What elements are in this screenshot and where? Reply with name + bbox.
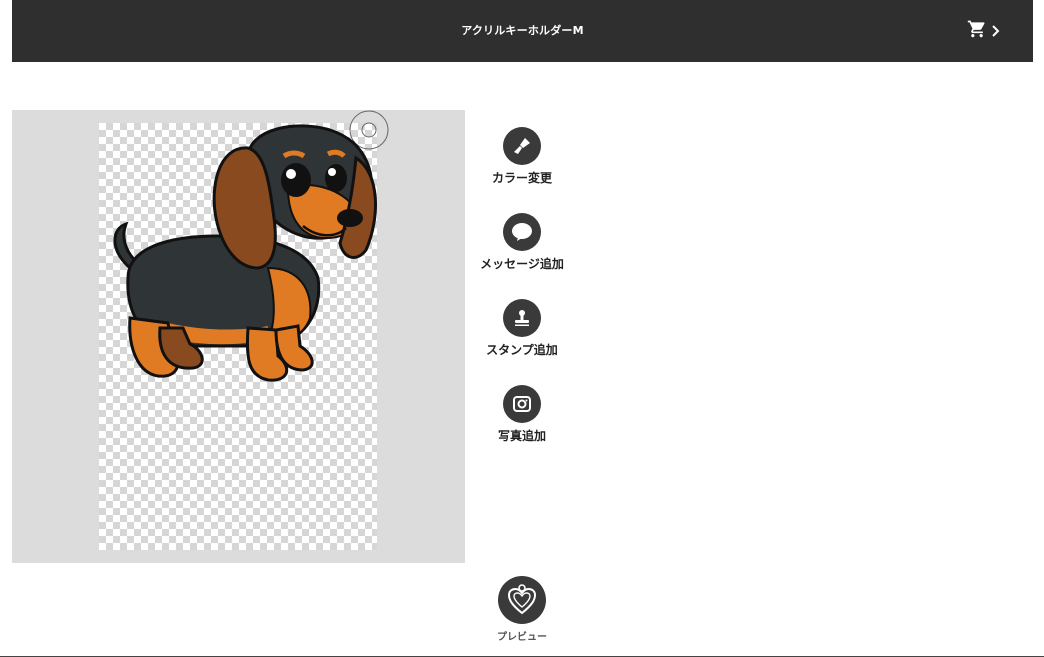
cart-button[interactable] bbox=[967, 18, 1003, 44]
chevron-right-icon bbox=[991, 22, 1001, 41]
heart-keychain-icon bbox=[498, 576, 546, 624]
stamp-icon bbox=[503, 299, 541, 337]
tool-color-change-label: カラー変更 bbox=[491, 171, 552, 185]
top-bar: アクリルキーホルダーM bbox=[12, 0, 1033, 62]
speech-bubble-icon bbox=[503, 213, 541, 251]
tool-stamp-add-label: スタンプ追加 bbox=[486, 343, 558, 357]
dog-image[interactable] bbox=[98, 118, 388, 390]
preview-label: プレビュー bbox=[497, 632, 547, 643]
paint-brush-icon bbox=[503, 127, 541, 165]
tool-message-add[interactable]: メッセージ追加 bbox=[472, 213, 572, 272]
camera-icon bbox=[503, 385, 541, 423]
cart-icon bbox=[967, 19, 987, 43]
preview-button[interactable]: プレビュー bbox=[472, 576, 572, 643]
tool-photo-add[interactable]: 写真追加 bbox=[472, 385, 572, 444]
product-title: アクリルキーホルダーM bbox=[461, 24, 584, 37]
tool-color-change[interactable]: カラー変更 bbox=[472, 127, 572, 186]
tool-message-add-label: メッセージ追加 bbox=[480, 257, 564, 271]
tool-stamp-add[interactable]: スタンプ追加 bbox=[472, 299, 572, 358]
tool-photo-add-label: 写真追加 bbox=[497, 429, 546, 443]
